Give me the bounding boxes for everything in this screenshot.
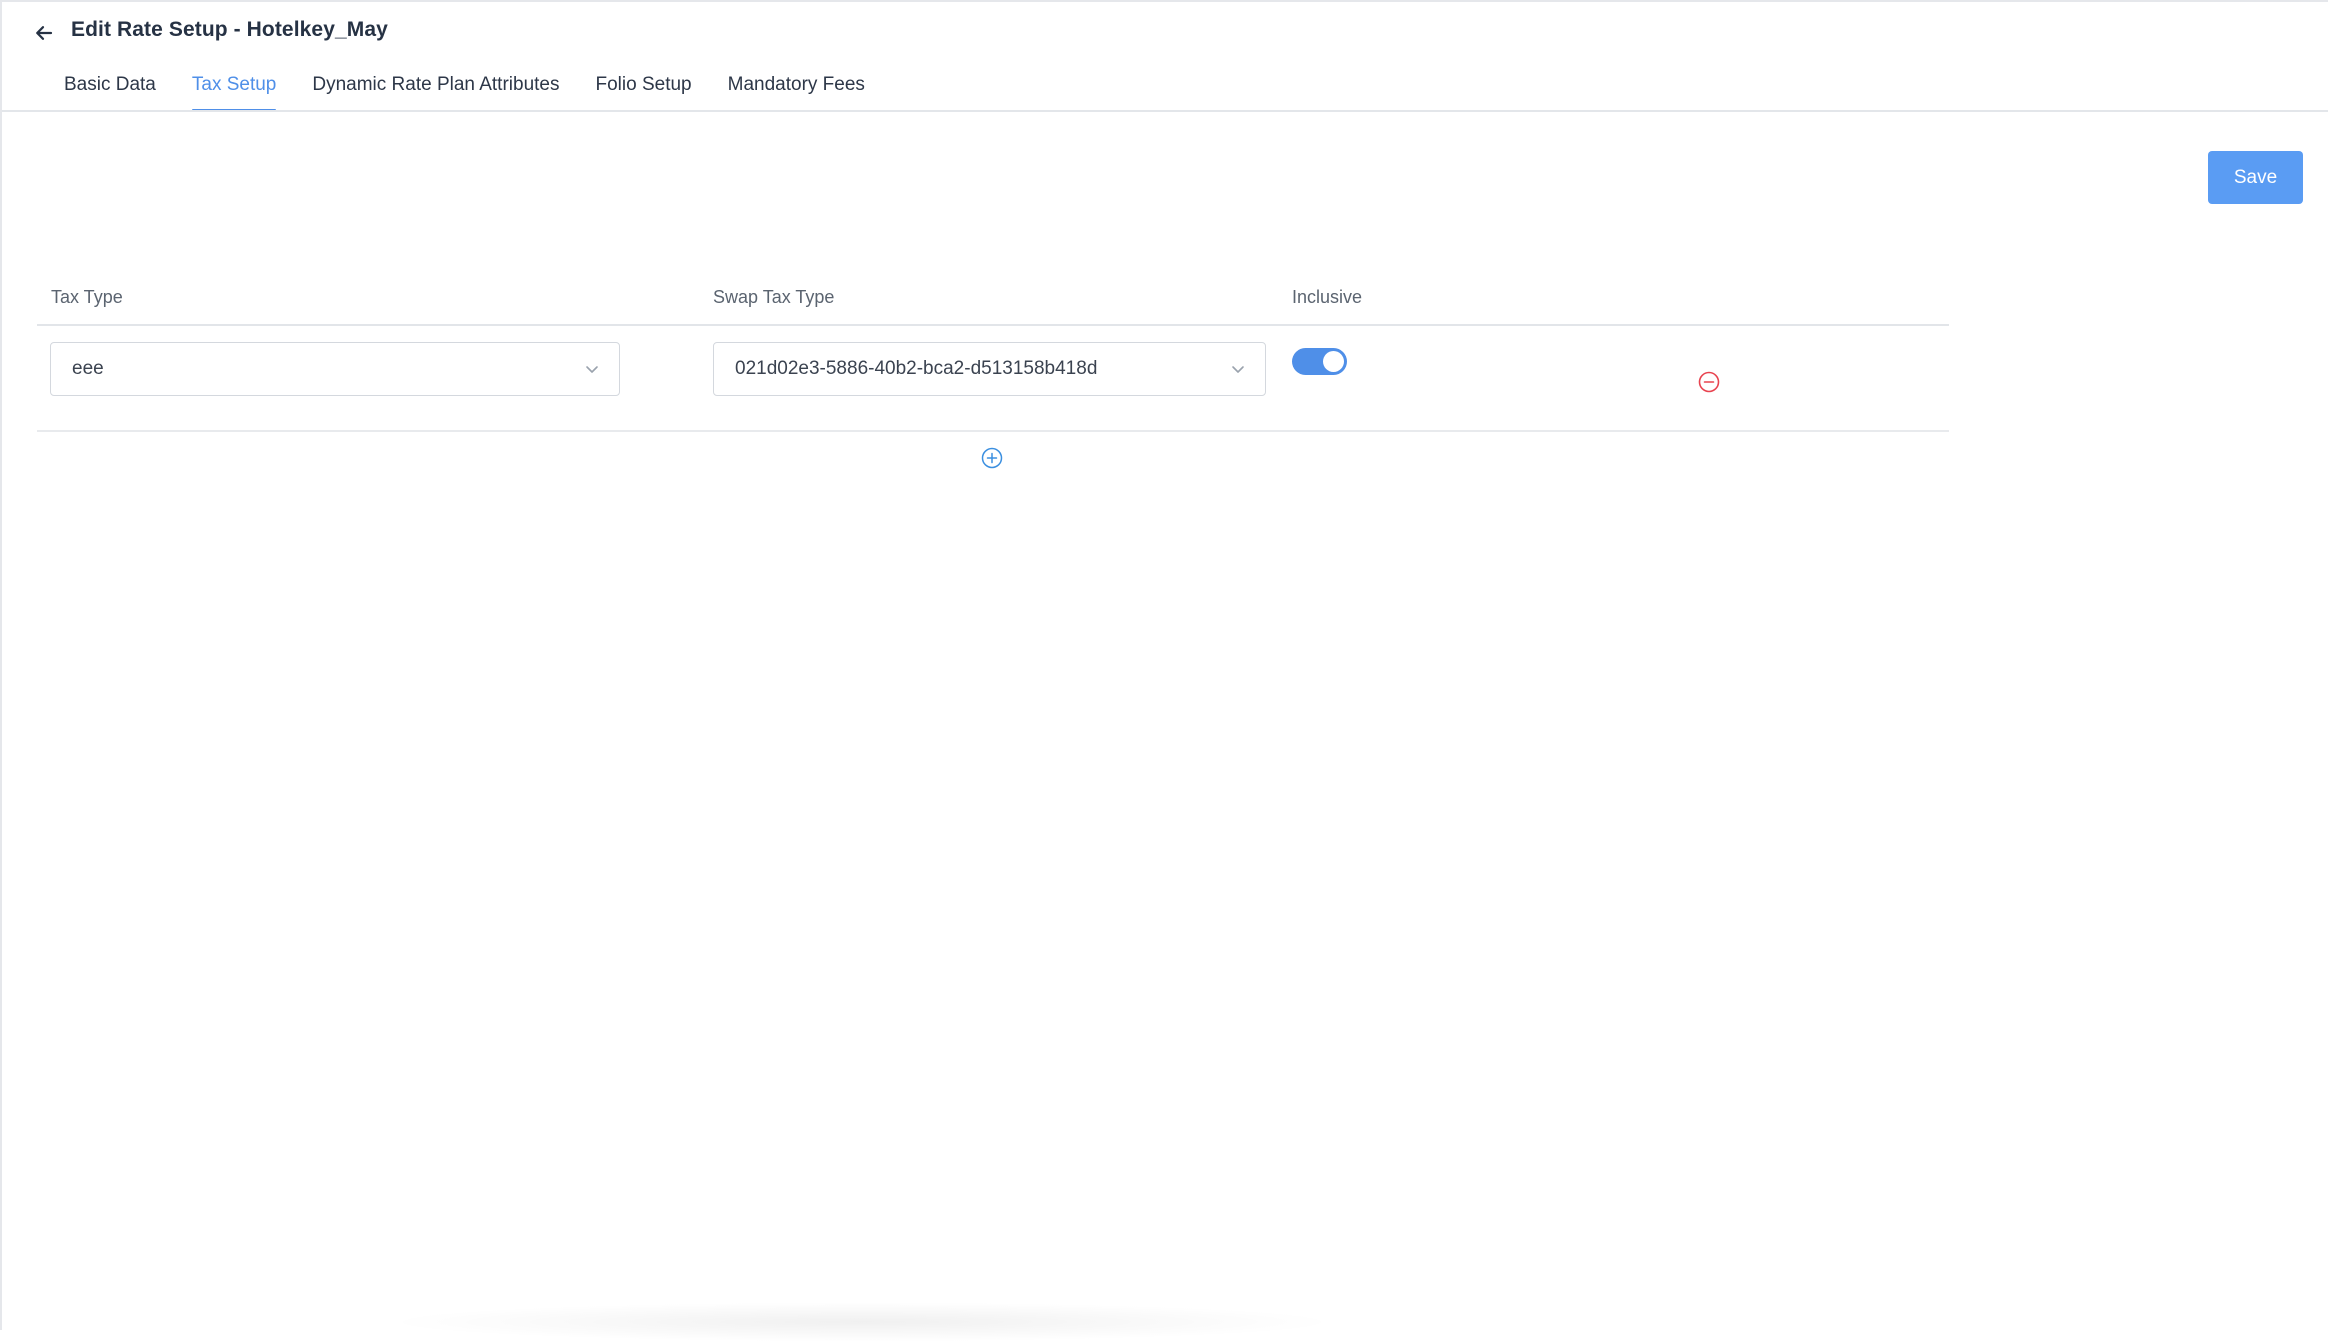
app-window: Edit Rate Setup - Hotelkey_May Basic Dat…	[0, 0, 2328, 1342]
page-title: Edit Rate Setup - Hotelkey_May	[71, 18, 388, 41]
tab-dynamic-rate-plan-attributes[interactable]: Dynamic Rate Plan Attributes	[294, 70, 577, 112]
tab-basic-data[interactable]: Basic Data	[46, 70, 174, 112]
remove-row-button[interactable]	[1697, 370, 1721, 394]
plus-circle-icon	[981, 447, 1003, 469]
column-header-inclusive: Inclusive	[1292, 287, 1363, 307]
add-row-button[interactable]	[981, 447, 1003, 469]
tab-folio-setup[interactable]: Folio Setup	[578, 70, 710, 112]
tab-bar: Basic Data Tax Setup Dynamic Rate Plan A…	[46, 70, 883, 112]
tax-type-select[interactable]: eee	[50, 342, 620, 396]
swap-tax-type-select[interactable]: 021d02e3-5886-40b2-bca2-d513158b418d	[713, 342, 1266, 396]
minus-circle-icon	[1698, 371, 1720, 393]
table-row: eee 021d02e3-5886-40b2-bca2-d513158b418d	[37, 326, 1949, 432]
tabs-divider	[2, 110, 2328, 112]
arrow-left-icon	[36, 26, 53, 40]
inclusive-toggle[interactable]	[1292, 348, 1347, 375]
page-header: Edit Rate Setup - Hotelkey_May Basic Dat…	[2, 2, 2328, 112]
table-header: Tax Type Swap Tax Type Inclusive	[37, 272, 1949, 326]
back-button[interactable]	[28, 17, 60, 49]
column-header-tax-type: Tax Type	[51, 287, 123, 307]
swap-tax-type-value: 021d02e3-5886-40b2-bca2-d513158b418d	[735, 358, 1098, 379]
toggle-knob	[1323, 351, 1344, 372]
save-button[interactable]: Save	[2208, 151, 2303, 204]
bottom-shadow	[382, 1302, 1342, 1342]
tab-tax-setup[interactable]: Tax Setup	[174, 70, 295, 112]
chevron-down-icon	[583, 360, 601, 378]
chevron-down-icon	[1229, 360, 1247, 378]
tax-table: Tax Type Swap Tax Type Inclusive eee 021…	[37, 272, 1949, 432]
column-header-swap-tax-type: Swap Tax Type	[713, 287, 835, 307]
tab-mandatory-fees[interactable]: Mandatory Fees	[710, 70, 883, 112]
tax-type-value: eee	[72, 358, 104, 379]
